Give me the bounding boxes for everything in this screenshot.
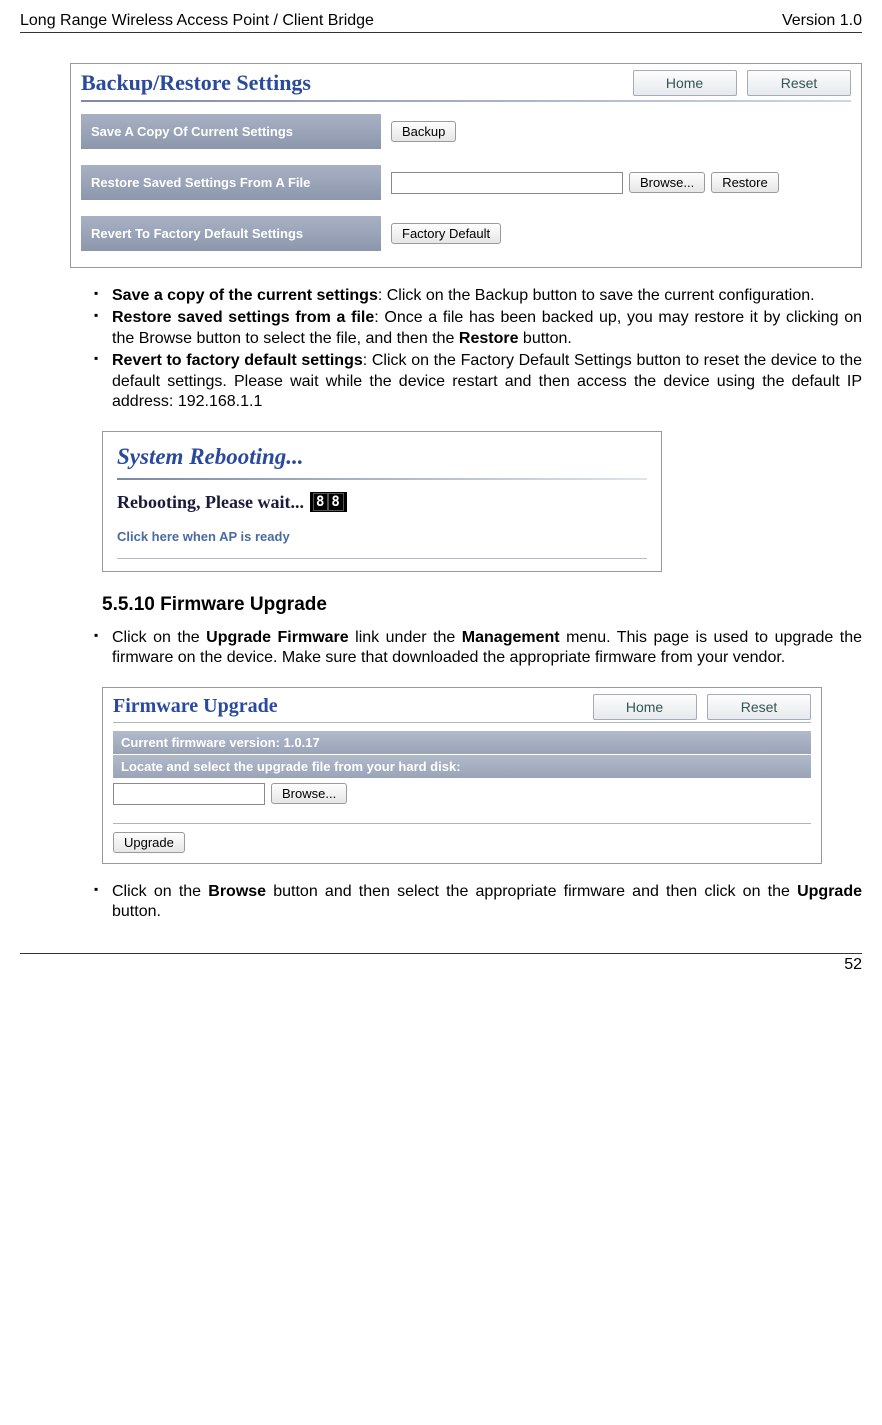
- save-copy-label: Save A Copy Of Current Settings: [81, 114, 381, 149]
- list-item: Restore saved settings from a file: Once…: [94, 308, 862, 349]
- upgrade-button[interactable]: Upgrade: [113, 832, 185, 853]
- home-button[interactable]: Home: [593, 694, 697, 720]
- restore-file-input[interactable]: [391, 172, 623, 194]
- browse-button[interactable]: Browse...: [271, 783, 347, 804]
- countdown-icon: 88: [310, 492, 347, 512]
- factory-default-button[interactable]: Factory Default: [391, 223, 501, 244]
- restore-button[interactable]: Restore: [711, 172, 779, 193]
- divider: [113, 722, 811, 723]
- section-heading: 5.5.10 Firmware Upgrade: [102, 594, 862, 616]
- list-item: Click on the Browse button and then sele…: [94, 882, 862, 923]
- list-item: Save a copy of the current settings: Cli…: [94, 286, 862, 306]
- divider: [117, 478, 647, 480]
- panel-title: Firmware Upgrade: [113, 695, 278, 718]
- system-rebooting-panel: System Rebooting... Rebooting, Please wa…: [102, 431, 662, 572]
- locate-file-row: Locate and select the upgrade file from …: [113, 755, 811, 779]
- reboot-message: Rebooting, Please wait...: [117, 492, 304, 513]
- divider: [117, 558, 647, 559]
- doc-header-right: Version 1.0: [782, 12, 862, 30]
- ap-ready-link[interactable]: Click here when AP is ready: [117, 529, 647, 544]
- home-button[interactable]: Home: [633, 70, 737, 96]
- panel-title: Backup/Restore Settings: [81, 70, 311, 96]
- page-number: 52: [844, 956, 862, 973]
- firmware-version-row: Current firmware version: 1.0.17: [113, 731, 811, 755]
- reset-button[interactable]: Reset: [707, 694, 811, 720]
- factory-default-label: Revert To Factory Default Settings: [81, 216, 381, 251]
- reboot-title: System Rebooting...: [117, 444, 647, 470]
- list-item: Click on the Upgrade Firmware link under…: [94, 628, 862, 669]
- divider: [113, 823, 811, 824]
- backup-restore-panel: Backup/Restore Settings Home Reset Save …: [70, 63, 862, 268]
- restore-file-label: Restore Saved Settings From A File: [81, 165, 381, 200]
- backup-button[interactable]: Backup: [391, 121, 456, 142]
- list-item: Revert to factory default settings: Clic…: [94, 351, 862, 412]
- upgrade-file-input[interactable]: [113, 783, 265, 805]
- doc-header-left: Long Range Wireless Access Point / Clien…: [20, 12, 374, 30]
- reset-button[interactable]: Reset: [747, 70, 851, 96]
- divider: [81, 100, 851, 102]
- browse-button[interactable]: Browse...: [629, 172, 705, 193]
- firmware-upgrade-panel: Firmware Upgrade Home Reset Current firm…: [102, 687, 822, 864]
